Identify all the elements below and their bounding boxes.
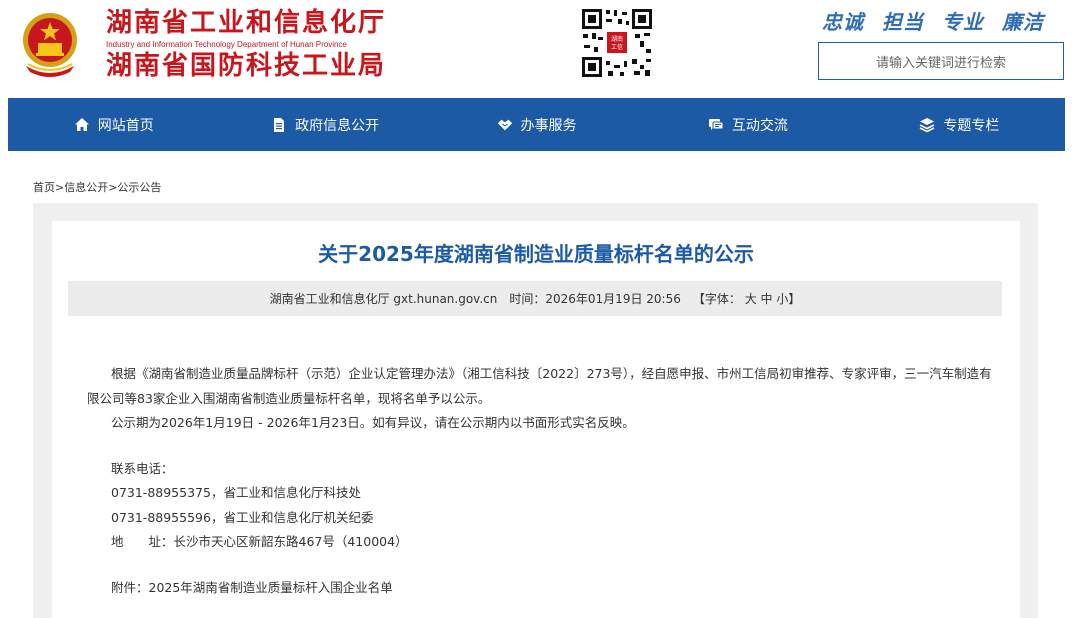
attachment-link[interactable]: 附件：2025年湖南省制造业质量标杆入围企业名单 — [87, 576, 1002, 601]
org-name-primary: 湖南省工业和信息化厅 — [106, 8, 387, 38]
qr-code: 湖南 工信 — [580, 7, 654, 79]
slogan-responsibility: 担当 — [882, 10, 924, 34]
org-name-block: 湖南省工业和信息化厅 Industry and Information Tech… — [106, 8, 436, 81]
contact-phone-2: 0731-88955596，省工业和信息化厅机关纪委 — [111, 509, 374, 525]
article-time: 时间：2026年01月19日 20:56 — [509, 292, 681, 306]
article-paragraph-intro: 根据《湖南省制造业质量品牌标杆（示范）企业认定管理办法》（湘工信科技〔2022〕… — [87, 366, 992, 406]
article-source: 湖南省工业和信息化厅 gxt.hunan.gov.cn — [269, 292, 498, 306]
qr-caption-top: 湖南 — [611, 35, 623, 43]
document-icon — [271, 117, 287, 133]
article-body: 根据《湖南省制造业质量品牌标杆（示范）企业认定管理办法》（湘工信科技〔2022〕… — [87, 362, 1002, 600]
slogan-professional: 专业 — [942, 10, 984, 34]
slogan-bar: 忠诚 担当 专业 廉洁 — [822, 6, 1044, 35]
nav-item-gov-info[interactable]: 政府信息公开 — [219, 98, 430, 151]
chat-icon — [708, 117, 724, 133]
nav-item-home[interactable]: 网站首页 — [8, 98, 219, 151]
nav-label-home: 网站首页 — [97, 117, 154, 134]
national-emblem-logo — [18, 10, 82, 78]
layers-icon — [919, 117, 935, 133]
contact-phone-1: 0731-88955375，省工业和信息化厅科技处 — [111, 485, 361, 500]
site-header: 湖南省工业和信息化厅 Industry and Information Tech… — [0, 0, 1080, 98]
font-size-small-button[interactable]: 小】 — [776, 292, 800, 306]
font-size-controls: 【字体： 大 中 小】 — [693, 290, 801, 307]
home-icon — [74, 117, 90, 133]
nav-item-services[interactable]: 办事服务 — [431, 98, 642, 151]
slogan-integrity: 廉洁 — [1002, 10, 1044, 34]
org-name-english: Industry and Information Technology Depa… — [106, 40, 347, 49]
main-nav: 网站首页 政府信息公开 办事服务 互动交流 专题专栏 — [8, 98, 1065, 151]
font-size-large-button[interactable]: 大 — [745, 292, 757, 306]
nav-label-topics: 专题专栏 — [943, 117, 1000, 134]
search-input[interactable]: 请输入关键词进行检索 — [818, 42, 1064, 80]
nav-item-topics[interactable]: 专题专栏 — [854, 98, 1065, 151]
org-name-secondary: 湖南省国防科技工业局 — [106, 51, 387, 81]
contact-address: 地 址：长沙市天心区新韶东路467号（410004） — [111, 534, 408, 549]
contact-label: 联系电话： — [111, 460, 174, 476]
nav-label-interaction: 互动交流 — [731, 117, 788, 134]
nav-item-interaction[interactable]: 互动交流 — [642, 98, 853, 151]
article-title: 关于2025年度湖南省制造业质量标杆名单的公示 — [318, 242, 754, 266]
article-paragraph-period: 公示期为2026年1月19日 - 2026年1月23日。如有异议，请在公示期内以… — [111, 415, 635, 430]
nav-label-gov-info: 政府信息公开 — [295, 117, 380, 134]
font-size-label: 【字体： — [692, 292, 741, 306]
handshake-icon — [497, 117, 513, 133]
slogan-loyalty: 忠诚 — [822, 10, 864, 34]
font-size-medium-button[interactable]: 中 — [761, 292, 773, 306]
qr-caption-bottom: 工信 — [611, 43, 623, 51]
article-meta-bar: 湖南省工业和信息化厅 gxt.hunan.gov.cn 时间：2026年01月1… — [68, 281, 1002, 316]
breadcrumb[interactable]: 首页>信息公开>公示公告 — [33, 179, 161, 195]
nav-label-services: 办事服务 — [520, 117, 577, 134]
